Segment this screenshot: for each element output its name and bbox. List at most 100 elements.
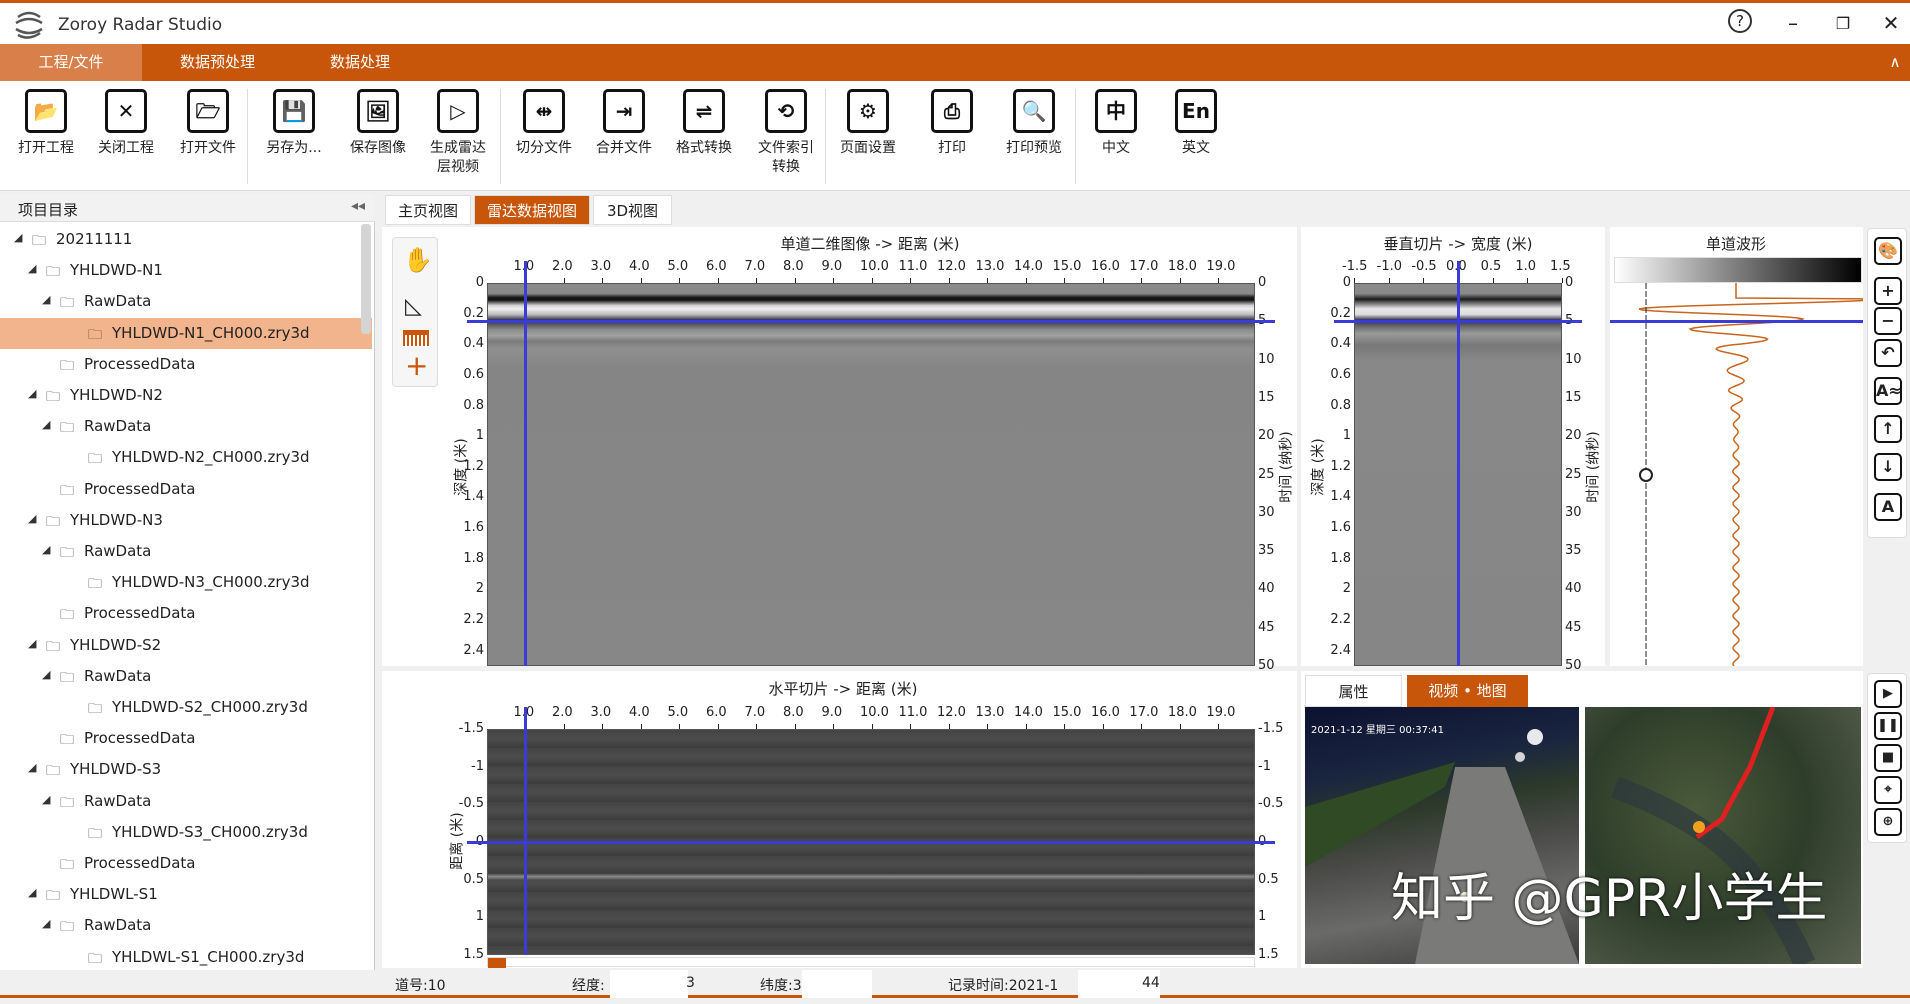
bscan-image[interactable] [487,283,1255,666]
x-tick-label: 11.0 [898,705,928,720]
tree-item[interactable]: 🗀 YHLDWD-S3_CH000.zry3d [0,817,372,848]
toolbar-button-open-project[interactable]: 📂 打开工程 [8,89,84,158]
ribbon-tab-project-file[interactable]: 工程/文件 [0,44,142,81]
ribbon-tab-preprocess[interactable]: 数据预处理 [155,44,280,81]
expand-toggle-icon[interactable]: ◢ [42,793,50,806]
tree-item[interactable]: ◢ 🗀 20211111 [0,224,372,255]
tree-item[interactable]: 🗀 ProcessedData [0,474,372,505]
expand-toggle-icon[interactable]: ◢ [42,668,50,681]
toolbar-button-print[interactable]: ⎙ 打印 [914,89,990,158]
tree-item[interactable]: 🗀 YHLDWD-N2_CH000.zry3d [0,442,372,473]
tree-item[interactable]: ◢ 🗀 RawData [0,910,372,941]
auto-gain-icon[interactable]: A≈ [1874,377,1902,405]
toolbar-button-print-preview[interactable]: 🔍 打印预览 [996,89,1072,158]
tree-item[interactable]: 🗀 YHLDWD-N1_CH000.zry3d [0,317,372,349]
tab-properties[interactable]: 属性 [1305,675,1402,707]
tree-item-label: ProcessedData [84,479,196,498]
toolbar-button-radar-video[interactable]: ▷ 生成雷达 层视频 [420,89,496,177]
expand-toggle-icon[interactable]: ◢ [42,543,50,556]
cursor-horizontal-line[interactable] [467,320,1275,324]
tab-home-view[interactable]: 主页视图 [385,195,471,225]
cursor-horizontal-line[interactable] [1610,320,1863,323]
pan-hand-icon[interactable]: ✋ [403,246,433,274]
folder-icon: 🗀 [46,763,60,780]
collapse-sidebar-icon[interactable]: ◂◂ [351,198,365,214]
toolbar-button-close-project[interactable]: ✕ 关闭工程 [88,89,164,158]
tree-item[interactable]: 🗀 YHLDWD-S2_CH000.zry3d [0,692,372,723]
tree-item[interactable]: 🗀 YHLDWD-N3_CH000.zry3d [0,567,372,598]
toolbar-button-format-convert[interactable]: ⇌ 格式转换 [666,89,742,158]
toolbar-button-open-file[interactable]: 🗁 打开文件 [170,89,246,158]
zoom-in-icon[interactable]: + [1874,277,1902,305]
toolbar-button-split-file[interactable]: ⇹ 切分文件 [506,89,582,158]
zoom-out-icon[interactable]: − [1874,307,1902,335]
tab-3d-view[interactable]: 3D视图 [593,195,672,225]
trace-progress-thumb[interactable] [488,958,506,968]
expand-toggle-icon[interactable]: ◢ [28,262,36,275]
cursor-horizontal-line[interactable] [1334,320,1582,324]
x-tick-mark [833,278,835,283]
tree-item[interactable]: ◢ 🗀 YHLDWD-N3 [0,505,372,536]
pause-icon[interactable]: ❚❚ [1874,712,1902,740]
tree-item[interactable]: 🗀 YHLDWL-S1_CH000.zry3d [0,942,372,973]
tree-item[interactable]: ◢ 🗀 RawData [0,286,372,317]
tree-item[interactable]: ◢ 🗀 YHLDWD-S2 [0,630,372,661]
expand-toggle-icon[interactable]: ◢ [28,512,36,525]
tree-item[interactable]: ◢ 🗀 RawData [0,411,372,442]
undo-icon[interactable]: ↶ [1874,339,1902,367]
expand-toggle-icon[interactable]: ◢ [28,637,36,650]
minimize-button[interactable]: – [1778,11,1808,35]
expand-toggle-icon[interactable]: ◢ [42,917,50,930]
toolbar-button-save-image[interactable]: 🖼 保存图像 [340,89,416,158]
tree-item[interactable]: ◢ 🗀 RawData [0,786,372,817]
toolbar-button-english[interactable]: En 英文 [1158,89,1234,158]
move-up-icon[interactable]: ↑ [1874,415,1902,443]
tree-item[interactable]: 🗀 ProcessedData [0,598,372,629]
expand-toggle-icon[interactable]: ◢ [28,886,36,899]
tree-item[interactable]: 🗀 ProcessedData [0,349,372,380]
tree-item[interactable]: 🗀 ProcessedData [0,848,372,879]
waveform-plot[interactable] [1610,283,1863,666]
add-marker-icon[interactable]: + [405,352,428,380]
video-location-icon[interactable]: ⌖ [1874,776,1902,804]
tree-item[interactable]: ◢ 🗀 YHLDWD-S3 [0,754,372,785]
tree-item[interactable]: ◢ 🗀 YHLDWL-S1 [0,879,372,910]
expand-toggle-icon[interactable]: ◢ [42,293,50,306]
toolbar-button-page-setup[interactable]: ⚙ 页面设置 [830,89,906,158]
text-annotation-icon[interactable]: A [1874,493,1902,521]
help-button[interactable]: ? [1728,9,1752,33]
gain-control-point[interactable] [1639,468,1653,482]
play-icon[interactable]: ▶ [1874,680,1902,708]
ribbon-tab-process[interactable]: 数据处理 [300,44,420,81]
close-button[interactable]: ✕ [1876,11,1906,35]
map-location-icon[interactable]: ⊕ [1874,808,1902,836]
expand-toggle-icon[interactable]: ◢ [42,418,50,431]
restore-button[interactable]: ❐ [1828,14,1858,33]
expand-toggle-icon[interactable]: ◢ [28,387,36,400]
cursor-vertical-line[interactable] [524,707,528,955]
folder-icon: 🗀 [60,794,74,811]
toolbar-button-chinese[interactable]: 中中文 [1078,89,1154,158]
ribbon-collapse-button[interactable]: ∧ [1880,44,1910,81]
tab-radar-data-view[interactable]: 雷达数据视图 [474,195,590,225]
hyperbola-fit-icon[interactable] [403,330,429,346]
expand-toggle-icon[interactable]: ◢ [14,231,22,244]
tab-video-map[interactable]: 视频 • 地图 [1407,675,1528,707]
palette-icon[interactable]: 🎨 [1874,237,1902,265]
sidebar-scrollbar[interactable] [361,224,371,334]
tree-item[interactable]: ◢ 🗀 YHLDWD-N2 [0,380,372,411]
toolbar-button-merge-file[interactable]: ⇥ 合并文件 [586,89,662,158]
x-tick-mark [563,278,565,283]
tree-item[interactable]: 🗀 ProcessedData [0,723,372,754]
tree-item[interactable]: ◢ 🗀 RawData [0,536,372,567]
stop-icon[interactable]: ■ [1874,744,1902,772]
expand-toggle-icon[interactable]: ◢ [28,761,36,774]
toolbar-button-save-as[interactable]: 💾 另存为... [256,89,332,158]
tree-item[interactable]: ◢ 🗀 RawData [0,661,372,692]
measure-triangle-icon[interactable]: ◺ [405,294,422,319]
cursor-horizontal-line[interactable] [467,841,1275,844]
move-down-icon[interactable]: ↓ [1874,453,1902,481]
trace-progress-track[interactable] [487,957,1255,968]
tree-item[interactable]: ◢ 🗀 YHLDWD-N1 [0,255,372,286]
toolbar-button-file-index[interactable]: ⟲ 文件索引 转换 [748,89,824,177]
